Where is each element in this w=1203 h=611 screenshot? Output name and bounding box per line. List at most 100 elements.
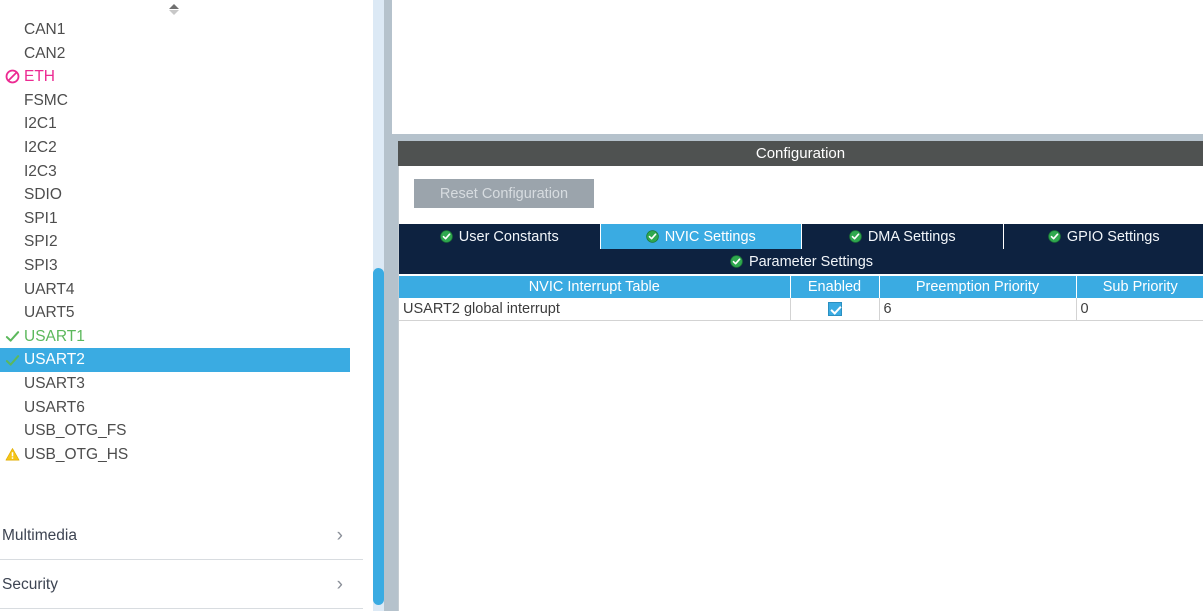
peripheral-status-icon: [3, 230, 21, 254]
configuration-body: Reset Configuration User Constants NVIC S…: [398, 166, 1203, 611]
sidebar-item-uart4[interactable]: UART4: [0, 278, 350, 302]
app-window: CAN1 CAN2 ETH FSMC I2C1 I2C2 I2C3 SDIO SPI1 SPI2 S…: [0, 0, 1203, 611]
peripheral-label: USART2: [24, 351, 85, 369]
sidebar-item-spi1[interactable]: SPI1: [0, 207, 350, 231]
green-check-icon: [730, 255, 743, 268]
peripheral-label: USART6: [24, 398, 85, 416]
reset-configuration-button[interactable]: Reset Configuration: [414, 179, 594, 208]
spinner-up-icon[interactable]: [169, 3, 179, 9]
sidebar-item-fsmc[interactable]: FSMC: [0, 89, 350, 113]
peripheral-status-icon: [3, 396, 21, 420]
peripheral-label: CAN1: [24, 21, 66, 38]
sidebar-item-can1[interactable]: CAN1: [0, 18, 350, 42]
tab-dma-settings[interactable]: DMA Settings: [802, 224, 1004, 249]
sidebar-item-spi2[interactable]: SPI2: [0, 230, 350, 254]
peripheral-label: USART3: [24, 374, 85, 392]
tab-nvic-settings[interactable]: NVIC Settings: [600, 224, 802, 249]
check-icon: [5, 331, 19, 342]
sidebar-scrollbar[interactable]: [373, 0, 384, 611]
peripheral-label: SPI1: [24, 209, 58, 227]
tab-user-constants[interactable]: User Constants: [399, 224, 601, 249]
sidebar-item-eth[interactable]: ETH: [0, 65, 350, 89]
sidebar-section-multimedia[interactable]: Multimedia ›: [0, 512, 363, 560]
peripheral-label: SPI2: [24, 233, 58, 251]
list-scroll-spinner[interactable]: [166, 0, 182, 18]
peripheral-status-icon: [3, 207, 21, 231]
table-column-header[interactable]: Enabled: [790, 276, 880, 298]
tab-label: Parameter Settings: [748, 253, 874, 270]
sidebar-item-usart2[interactable]: USART2: [0, 348, 350, 372]
green-check-icon: [645, 230, 659, 243]
section-label: Security: [2, 575, 58, 593]
peripheral-label: UART4: [24, 280, 75, 298]
page-title: Configuration: [755, 145, 846, 162]
sidebar-item-uart5[interactable]: UART5: [0, 301, 350, 325]
sidebar-section-security[interactable]: Security ›: [0, 561, 363, 609]
sidebar-item-usart6[interactable]: USART6: [0, 396, 350, 420]
chevron-right-icon: ›: [336, 525, 343, 546]
peripheral-status-icon: [3, 65, 21, 89]
sidebar-item-sdio[interactable]: SDIO: [0, 183, 350, 207]
blocked-icon: [5, 70, 19, 84]
sidebar-scrollbar-thumb[interactable]: [373, 268, 384, 605]
peripheral-status-icon: [3, 419, 21, 443]
sidebar-item-spi3[interactable]: SPI3: [0, 254, 350, 278]
enabled-cell[interactable]: [790, 298, 880, 321]
table-row[interactable]: USART2 global interrupt 6 0: [399, 298, 1203, 321]
chevron-right-icon: ›: [336, 574, 343, 595]
sidebar-item-i2c1[interactable]: I2C1: [0, 112, 350, 136]
tab-parameter-settings[interactable]: Parameter Settings: [399, 249, 1203, 274]
peripheral-label: UART5: [24, 304, 75, 322]
peripheral-label: I2C1: [24, 115, 57, 133]
peripheral-status-icon: [3, 18, 21, 42]
check-icon: [5, 354, 19, 366]
peripheral-label: ETH: [24, 68, 55, 86]
sidebar-item-usart3[interactable]: USART3: [0, 372, 350, 396]
sidebar-item-i2c2[interactable]: I2C2: [0, 136, 350, 160]
peripheral-status-icon: [3, 112, 21, 136]
table-column-header[interactable]: NVIC Interrupt Table: [399, 276, 791, 298]
peripheral-label: FSMC: [24, 91, 68, 109]
peripheral-status-icon: [3, 254, 21, 278]
sidebar-item-usb_otg_fs[interactable]: USB_OTG_FS: [0, 419, 350, 443]
spinner-down-icon[interactable]: [169, 9, 179, 15]
table-body: USART2 global interrupt 6 0: [399, 298, 1203, 321]
sub-priority-cell[interactable]: 0: [1076, 298, 1203, 321]
green-check-icon: [1048, 230, 1061, 243]
peripheral-status-icon: [3, 160, 21, 184]
sidebar-item-i2c3[interactable]: I2C3: [0, 160, 350, 184]
interrupt-name-cell: USART2 global interrupt: [399, 298, 791, 321]
section-label: Multimedia: [2, 526, 77, 544]
peripheral-status-icon: [3, 136, 21, 160]
peripheral-status-icon: [3, 278, 21, 302]
reset-configuration-label: Reset Configuration: [439, 185, 569, 202]
nvic-interrupt-table: NVIC Interrupt Table Enabled Preemption Pr…: [399, 276, 1203, 321]
enabled-checkbox[interactable]: [827, 301, 842, 316]
right-pane: Configuration Reset Configuration User C…: [384, 0, 1203, 611]
preemption-priority-cell[interactable]: 6: [879, 298, 1077, 321]
upper-blank-panel: [392, 0, 1203, 134]
peripheral-status-icon: [3, 89, 21, 113]
tab-gpio-settings[interactable]: GPIO Settings: [1003, 224, 1203, 249]
peripheral-status-icon: [3, 301, 21, 325]
peripheral-status-icon: [3, 443, 21, 467]
peripheral-status-icon: [3, 42, 21, 66]
peripheral-label: USB_OTG_HS: [24, 445, 129, 463]
peripheral-label: I2C2: [24, 138, 57, 156]
settings-tabstrip: User Constants NVIC Settings DMA Settings G…: [399, 224, 1203, 274]
green-check-icon: [440, 230, 453, 243]
tab-label: NVIC Settings: [664, 228, 756, 245]
table-header-row: NVIC Interrupt Table Enabled Preemption Pr…: [399, 276, 1203, 298]
sidebar-item-usart1[interactable]: USART1: [0, 325, 350, 349]
sidebar-item-can2[interactable]: CAN2: [0, 42, 350, 66]
peripheral-status-icon: [3, 325, 21, 349]
warning-icon: [5, 448, 19, 461]
table-column-header[interactable]: Sub Priority: [1076, 276, 1203, 298]
peripheral-label: SPI3: [24, 256, 58, 274]
tab-label: GPIO Settings: [1066, 228, 1160, 245]
peripheral-label: CAN2: [24, 44, 66, 62]
green-check-icon: [849, 230, 862, 243]
table-column-header[interactable]: Preemption Priority: [879, 276, 1077, 298]
settings-tabrow-primary: User Constants NVIC Settings DMA Settings G…: [399, 224, 1203, 249]
sidebar-item-usb_otg_hs[interactable]: USB_OTG_HS: [0, 443, 350, 467]
